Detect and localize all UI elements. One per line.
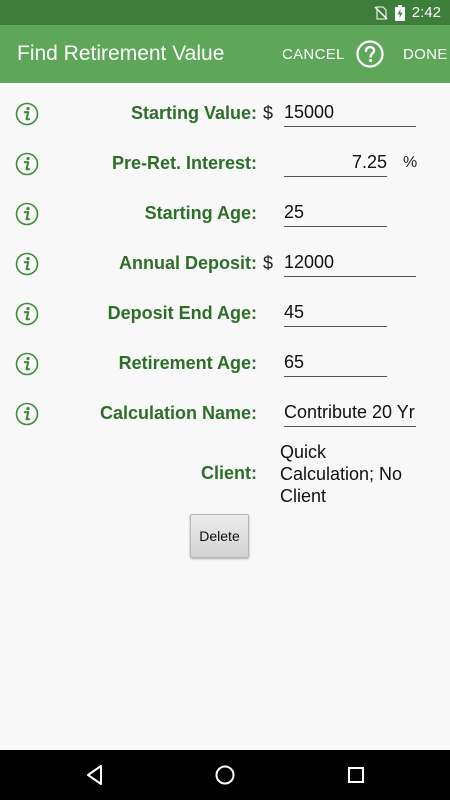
info-icon[interactable] [15, 352, 39, 376]
retirement-age-input[interactable]: 65 [284, 348, 387, 377]
battery-charging-icon [395, 5, 405, 21]
starting-age-label: Starting Age: [144, 203, 257, 223]
no-sim-icon [374, 6, 388, 20]
percent-unit: % [403, 154, 418, 171]
starting-value-row: Starting Value: $ 15000 [0, 94, 450, 134]
deposit-end-age-label: Deposit End Age: [107, 303, 257, 323]
info-icon[interactable] [15, 152, 39, 176]
client-label: Client: [201, 463, 257, 483]
deposit-end-age-input[interactable]: 45 [284, 298, 387, 327]
info-icon[interactable] [15, 402, 39, 426]
retirement-age-label: Retirement Age: [118, 353, 257, 373]
starting-value-text: 15000 [284, 102, 335, 122]
annual-deposit-text: 12000 [284, 252, 335, 272]
starting-value-label: Starting Value: [130, 103, 257, 123]
annual-deposit-row: Annual Deposit: $ 12000 [0, 244, 450, 284]
info-icon[interactable] [15, 102, 39, 126]
pre-ret-interest-input[interactable]: 7.25 [284, 148, 387, 177]
pre-ret-interest-text: 7.25 [351, 152, 387, 172]
home-icon[interactable] [213, 763, 237, 787]
pre-ret-interest-row: Pre-Ret. Interest: 7.25 % [0, 144, 450, 184]
cancel-button[interactable]: CANCEL [282, 46, 345, 63]
info-icon[interactable] [15, 252, 39, 276]
starting-age-row: Starting Age: 25 [0, 194, 450, 234]
app-bar: Find Retirement Value CANCEL DONE [0, 25, 450, 83]
annual-deposit-label: Annual Deposit: [119, 253, 257, 273]
navigation-bar [0, 750, 450, 800]
starting-age-input[interactable]: 25 [284, 198, 387, 227]
status-bar: 2:42 [0, 0, 450, 25]
retirement-age-text: 65 [284, 352, 305, 372]
pre-ret-interest-label: Pre-Ret. Interest: [111, 153, 257, 173]
status-time: 2:42 [411, 4, 441, 21]
currency-symbol: $ [263, 253, 274, 273]
info-icon[interactable] [15, 202, 39, 226]
done-button[interactable]: DONE [403, 46, 448, 63]
recents-icon[interactable] [344, 763, 368, 787]
starting-value-input[interactable]: 15000 [284, 98, 416, 127]
page-title: Find Retirement Value [17, 42, 225, 65]
client-value: Quick Calculation; No Client [280, 442, 403, 506]
deposit-end-age-row: Deposit End Age: 45 [0, 294, 450, 334]
help-circle-icon[interactable] [356, 40, 384, 68]
calculation-name-text: Contribute 20 Yr [284, 402, 415, 422]
currency-symbol: $ [263, 103, 274, 123]
deposit-end-age-text: 45 [284, 302, 305, 322]
retirement-age-row: Retirement Age: 65 [0, 344, 450, 384]
starting-age-text: 25 [284, 202, 305, 222]
calculation-name-row: Calculation Name: Contribute 20 Yr [0, 394, 450, 434]
delete-button[interactable]: Delete [190, 514, 249, 558]
back-icon[interactable] [83, 763, 107, 787]
info-icon[interactable] [15, 302, 39, 326]
annual-deposit-input[interactable]: 12000 [284, 248, 416, 277]
calculation-name-input[interactable]: Contribute 20 Yr [284, 398, 416, 427]
calculation-name-label: Calculation Name: [99, 403, 257, 423]
